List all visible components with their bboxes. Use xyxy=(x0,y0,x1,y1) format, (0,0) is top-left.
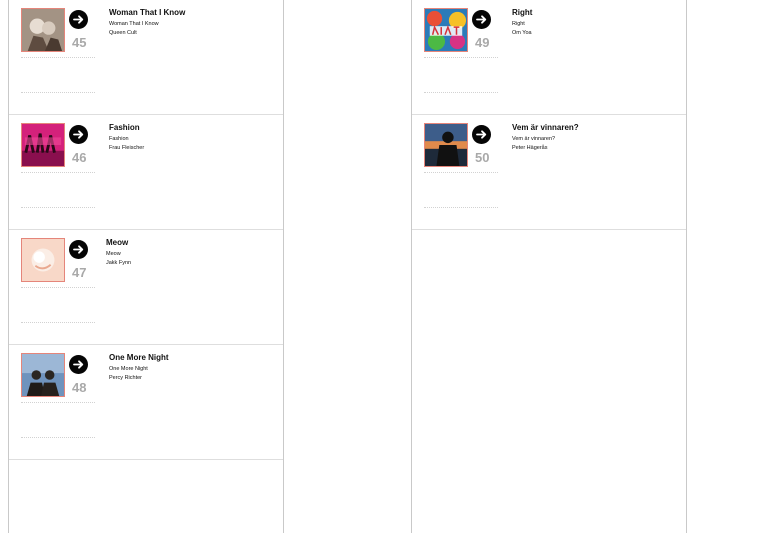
entry-title[interactable]: Woman That I Know xyxy=(109,8,185,17)
divider xyxy=(21,402,95,403)
chart-entry: 47 Meow Meow Jakk Fynn xyxy=(9,230,283,345)
album-cover-icon[interactable] xyxy=(424,123,468,167)
song-name: Right xyxy=(512,21,525,27)
chart-entry: 49 Right Right Om Yoa xyxy=(412,0,686,115)
artist-name[interactable]: Jakk Fynn xyxy=(106,260,131,266)
chart-entry: 50 Vem är vinnaren? Vem är vinnaren? Pet… xyxy=(412,115,686,230)
chart-entry: 45 Woman That I Know Woman That I Know Q… xyxy=(9,0,283,115)
divider xyxy=(424,57,498,58)
divider xyxy=(21,57,95,58)
entry-title[interactable]: One More Night xyxy=(109,353,169,362)
album-cover-icon[interactable] xyxy=(21,8,65,52)
divider xyxy=(21,287,95,288)
entry-info: Right Right Om Yoa xyxy=(512,8,532,36)
album-cover-icon[interactable] xyxy=(21,123,65,167)
entry-title[interactable]: Fashion xyxy=(109,123,144,132)
divider xyxy=(21,322,95,323)
go-arrow-button[interactable] xyxy=(69,240,88,259)
album-cover-icon[interactable] xyxy=(424,8,468,52)
rank-number: 49 xyxy=(475,35,490,50)
entry-info: Fashion Fashion Frau Fleischer xyxy=(109,123,144,151)
artist-name[interactable]: Om Yoa xyxy=(512,30,532,36)
chart-column-left: 45 Woman That I Know Woman That I Know Q… xyxy=(8,0,284,533)
go-arrow-button[interactable] xyxy=(472,10,491,29)
divider xyxy=(21,207,95,208)
rank-number: 47 xyxy=(72,265,87,280)
entry-title[interactable]: Right xyxy=(512,8,532,17)
go-arrow-button[interactable] xyxy=(69,355,88,374)
rank-number: 45 xyxy=(72,35,87,50)
go-arrow-button[interactable] xyxy=(69,10,88,29)
divider xyxy=(424,207,498,208)
entry-info: Woman That I Know Woman That I Know Quee… xyxy=(109,8,185,36)
rank-number: 48 xyxy=(72,380,87,395)
entry-info: One More Night One More Night Percy Rich… xyxy=(109,353,169,381)
rank-number: 46 xyxy=(72,150,87,165)
divider xyxy=(424,92,498,93)
chart-column-right: 49 Right Right Om Yoa 50 Vem är vinnaren… xyxy=(411,0,687,533)
artist-name[interactable]: Queen Cult xyxy=(109,30,185,36)
album-cover-icon[interactable] xyxy=(21,353,65,397)
song-name: Fashion xyxy=(109,136,129,142)
divider xyxy=(21,437,95,438)
artist-name[interactable]: Frau Fleischer xyxy=(109,145,144,151)
song-name: One More Night xyxy=(109,366,148,372)
divider xyxy=(21,172,95,173)
rank-number: 50 xyxy=(475,150,490,165)
song-name: Woman That I Know xyxy=(109,21,159,27)
artist-name[interactable]: Percy Richter xyxy=(109,375,169,381)
divider xyxy=(424,172,498,173)
entry-info: Meow Meow Jakk Fynn xyxy=(106,238,131,266)
entry-title[interactable]: Meow xyxy=(106,238,131,247)
divider xyxy=(21,92,95,93)
album-cover-icon[interactable] xyxy=(21,238,65,282)
chart-entry: 46 Fashion Fashion Frau Fleischer xyxy=(9,115,283,230)
song-name: Vem är vinnaren? xyxy=(512,136,556,142)
go-arrow-button[interactable] xyxy=(69,125,88,144)
artist-name[interactable]: Peter Hägerås xyxy=(512,145,579,151)
go-arrow-button[interactable] xyxy=(472,125,491,144)
chart-entry: 48 One More Night One More Night Percy R… xyxy=(9,345,283,460)
entry-title[interactable]: Vem är vinnaren? xyxy=(512,123,579,132)
entry-info: Vem är vinnaren? Vem är vinnaren? Peter … xyxy=(512,123,579,151)
song-name: Meow xyxy=(106,251,121,257)
